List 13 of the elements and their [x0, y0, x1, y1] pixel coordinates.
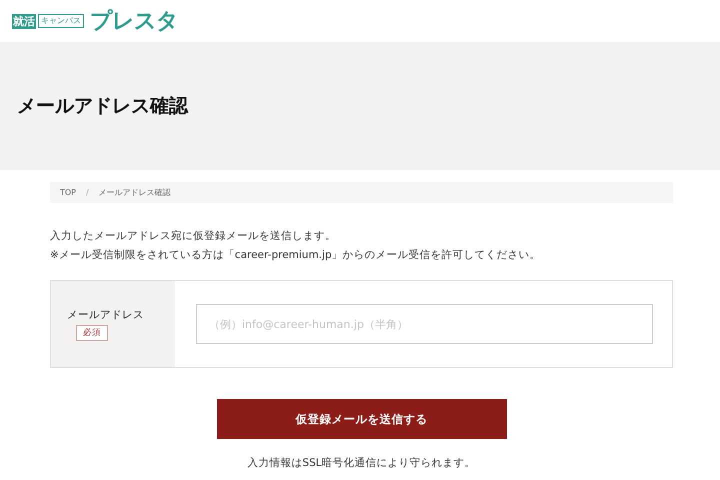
logo-subtitle: キャンパス	[38, 14, 84, 28]
breadcrumb-link[interactable]: TOP	[60, 188, 76, 197]
field-label: メールアドレス	[67, 308, 144, 322]
instruction-text: 入力したメールアドレス宛に仮登録メールを送信します。	[50, 229, 337, 244]
logo-wordmark[interactable]: プレスタ	[90, 6, 178, 36]
submit-button[interactable]: 仮登録メールを送信する	[216, 399, 506, 439]
page-title: メールアドレス確認	[17, 94, 188, 119]
security-note: 入力情報はSSL暗号化通信により守られます。	[246, 456, 477, 470]
logo-badge: 就活	[12, 14, 36, 28]
instruction-text: ※メール受信制限をされている方は「career-premium.jp」からのメール受信を許可してください。	[50, 248, 542, 263]
email-field[interactable]: （例）info@career-human.jp（半角）	[196, 304, 653, 344]
breadcrumb-separator: /	[86, 188, 89, 197]
required-tag: 必須	[76, 324, 108, 340]
